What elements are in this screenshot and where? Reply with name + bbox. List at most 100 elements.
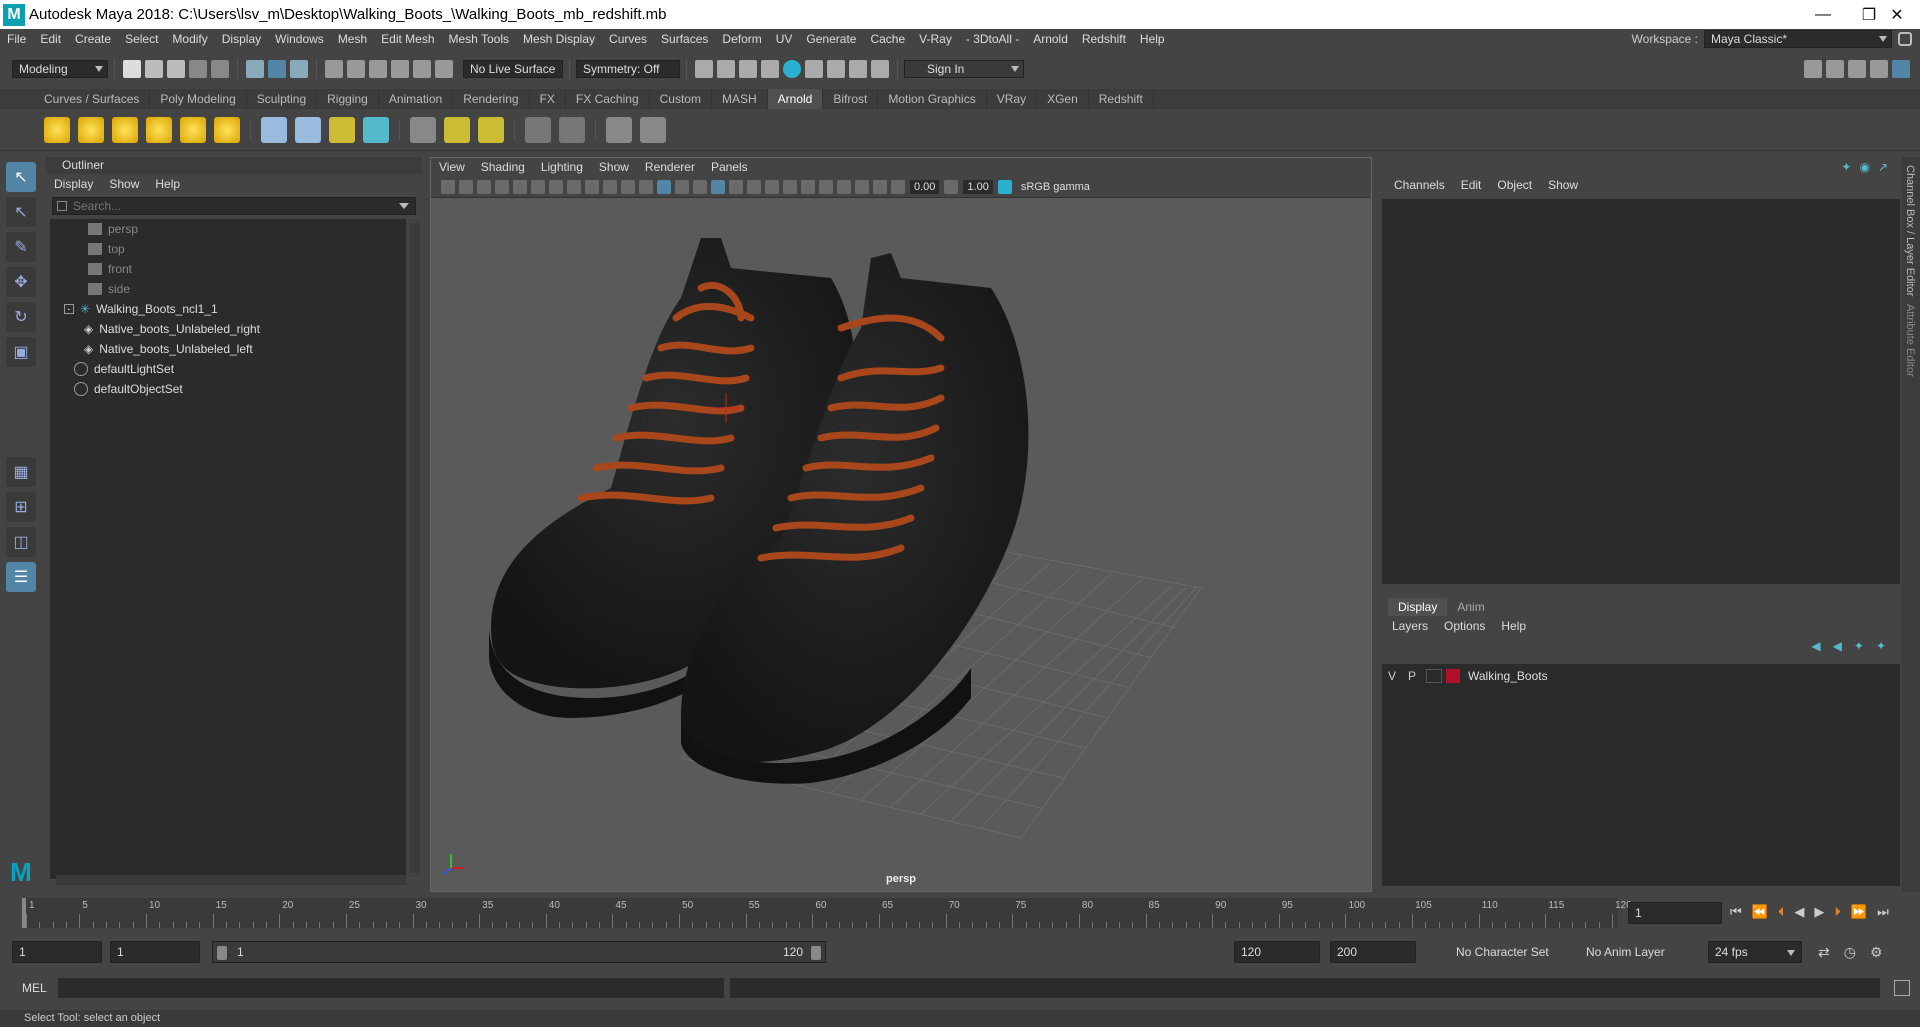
attribute-editor-icon[interactable] (1848, 60, 1866, 78)
loop-icon[interactable]: ⇄ (1818, 944, 1830, 961)
search-input[interactable] (73, 199, 373, 213)
shelf-tab[interactable]: Curves / Surfaces (34, 89, 151, 109)
shelf-tab[interactable]: VRay (987, 89, 1038, 109)
channel-box-icon[interactable] (1892, 60, 1910, 78)
go-to-start-icon[interactable]: ⏮ (1730, 904, 1742, 920)
shelf-tab[interactable]: Motion Graphics (878, 89, 987, 109)
menu-select[interactable]: Select (118, 32, 165, 46)
menu-surfaces[interactable]: Surfaces (654, 32, 715, 46)
layer-type-toggle[interactable] (1426, 669, 1442, 683)
menu-curves[interactable]: Curves (602, 32, 654, 46)
skydome-light-icon[interactable] (146, 116, 172, 143)
create-texture-icon[interactable] (410, 116, 436, 143)
safe-title-icon[interactable] (621, 179, 635, 194)
animation-preferences-icon[interactable]: ⚙ (1870, 944, 1883, 961)
layers-help-menu[interactable]: Help (1493, 619, 1534, 633)
menu-file[interactable]: File (0, 32, 33, 46)
list-item[interactable]: defaultLightSet (50, 359, 406, 379)
menu-modify[interactable]: Modify (165, 32, 214, 46)
field-chart-icon[interactable] (585, 179, 599, 194)
channels-edit-menu[interactable]: Edit (1453, 178, 1490, 192)
viewport-menu-view[interactable]: View (431, 160, 473, 174)
use-lights-icon[interactable] (729, 179, 743, 194)
outliner-layout-icon[interactable]: ☰ (6, 562, 36, 592)
shelf-tab[interactable]: Rendering (453, 89, 530, 109)
safe-action-icon[interactable] (603, 179, 617, 194)
snap-curve-icon[interactable] (347, 60, 365, 78)
go-to-end-icon[interactable]: ⏭ (1877, 904, 1889, 920)
range-start-handle[interactable] (217, 946, 227, 960)
attribute-editor-tab[interactable]: Attribute Editor (1904, 304, 1916, 377)
single-perspective-layout-icon[interactable]: ▦ (6, 457, 36, 487)
gate-mask-icon[interactable] (567, 179, 581, 194)
color-management-icon[interactable] (997, 179, 1012, 194)
menu-help[interactable]: Help (1133, 32, 1172, 46)
flush-cache-icon[interactable] (478, 116, 504, 143)
resolution-gate-icon[interactable] (549, 179, 563, 194)
character-controls-icon[interactable] (1826, 60, 1844, 78)
menu-cache[interactable]: Cache (863, 32, 912, 46)
select-hierarchy-icon[interactable] (246, 60, 264, 78)
step-forward-icon[interactable]: ⏩ (1851, 904, 1867, 920)
menu-edit-mesh[interactable]: Edit Mesh (374, 32, 441, 46)
list-item[interactable]: ◈ Native_boots_Unlabeled_left (50, 339, 406, 359)
light-portal-icon[interactable] (180, 116, 206, 143)
arnold-render-icon[interactable] (827, 60, 845, 78)
snap-vertex-icon[interactable] (435, 60, 453, 78)
menu-mesh[interactable]: Mesh (331, 32, 374, 46)
channels-object-menu[interactable]: Object (1489, 178, 1540, 192)
menu-mesh-tools[interactable]: Mesh Tools (442, 32, 516, 46)
layer-color-swatch[interactable] (1446, 669, 1460, 683)
bookmark-icon[interactable] (477, 179, 491, 194)
range-end-handle[interactable] (811, 946, 821, 960)
menu-3dtoall[interactable]: - 3DtoAll - (959, 32, 1026, 46)
shelf-tab[interactable]: Bifrost (823, 89, 879, 109)
scale-tool-icon[interactable]: ▣ (6, 337, 36, 367)
default-material-icon[interactable] (675, 179, 689, 194)
menu-redshift[interactable]: Redshift (1075, 32, 1133, 46)
menu-create[interactable]: Create (68, 32, 118, 46)
layers-menu[interactable]: Layers (1384, 619, 1436, 633)
volume-icon[interactable] (295, 116, 321, 143)
four-view-layout-icon[interactable]: ⊞ (6, 492, 36, 522)
snap-surface-icon[interactable] (413, 60, 431, 78)
step-back-icon[interactable]: ⏪ (1752, 904, 1768, 920)
new-layer-selected-icon[interactable]: ✦ (1876, 639, 1886, 653)
shelf-tab[interactable]: Sculpting (247, 89, 318, 109)
layer-row[interactable]: V P Walking_Boots (1382, 666, 1900, 686)
modeling-toolkit-icon[interactable] (1804, 60, 1822, 78)
isolate-select-icon[interactable] (819, 179, 833, 194)
outliner-menu-display[interactable]: Display (46, 177, 101, 191)
outliner-menu-help[interactable]: Help (147, 177, 188, 191)
playback-start-field[interactable]: 1 (110, 941, 200, 963)
vertical-scrollbar[interactable] (410, 223, 420, 873)
shelf-menu-icon[interactable] (0, 89, 34, 109)
layer-name[interactable]: Walking_Boots (1468, 669, 1548, 683)
script-editor-icon[interactable] (1894, 980, 1910, 996)
physical-sky-icon[interactable] (214, 116, 240, 143)
textured-icon[interactable] (711, 179, 725, 194)
playback-end-field[interactable]: 120 (1234, 941, 1320, 963)
area-light-icon[interactable] (44, 116, 70, 143)
tx-manager-icon[interactable] (444, 116, 470, 143)
step-back-key-icon[interactable]: ⏴ (1778, 904, 1785, 920)
chevron-down-icon[interactable] (399, 203, 409, 209)
snap-grid-icon[interactable] (325, 60, 343, 78)
wireframe-on-shaded-icon[interactable] (693, 179, 707, 194)
curve-collector-icon[interactable] (329, 116, 355, 143)
layer-editor-toggle-icon[interactable]: ◉ (1859, 160, 1869, 174)
menu-generate[interactable]: Generate (799, 32, 863, 46)
wireframe-icon[interactable] (639, 179, 653, 194)
layers-options-menu[interactable]: Options (1436, 619, 1493, 633)
move-tool-icon[interactable]: ✥ (6, 267, 36, 297)
list-item[interactable]: ◈ Native_boots_Unlabeled_right (50, 319, 406, 339)
hypershade-icon[interactable] (783, 60, 801, 78)
shelf-tab[interactable]: XGen (1037, 89, 1089, 109)
pause-icon[interactable] (871, 60, 889, 78)
list-item[interactable]: defaultObjectSet (50, 379, 406, 399)
menu-windows[interactable]: Windows (268, 32, 331, 46)
depth-of-field-icon[interactable] (801, 179, 815, 194)
time-cursor[interactable] (22, 898, 26, 928)
playback-range-bar[interactable]: 1 120 (212, 941, 826, 963)
open-scene-icon[interactable] (145, 60, 163, 78)
